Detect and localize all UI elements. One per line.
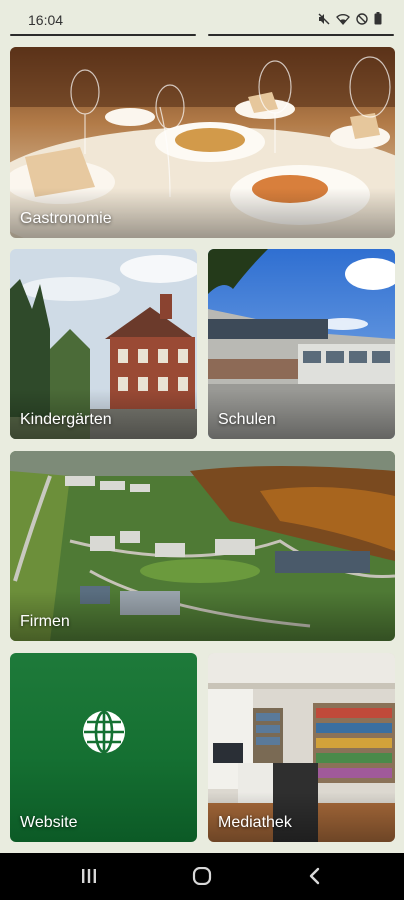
battery-icon [374,12,382,25]
tile-gastronomie[interactable]: Gastronomie [10,47,395,238]
back-icon[interactable] [306,867,324,890]
globe-icon [82,710,126,759]
home-icon[interactable] [192,866,212,890]
status-bar: 16:04 [0,0,404,36]
tile-label: Mediathek [218,814,292,831]
system-nav-bar [0,853,404,900]
recent-apps-icon[interactable] [80,867,98,890]
tile-label: Schulen [218,411,276,428]
tile-label: Kindergärten [20,411,112,428]
do-not-disturb-icon [356,12,368,25]
tile-label: Firmen [20,613,70,630]
tile-mediathek[interactable]: Mediathek [208,653,395,842]
mute-icon [318,13,330,25]
tile-label: Website [20,814,78,831]
status-icons [318,12,382,25]
tile-kindergaerten[interactable]: Kindergärten [10,249,197,439]
tile-website[interactable]: Website [10,653,197,842]
tile-schulen[interactable]: Schulen [208,249,395,439]
status-time: 16:04 [28,12,64,28]
tile-firmen[interactable]: Firmen [10,451,395,641]
wifi-icon [336,13,350,25]
header-divider [10,34,196,36]
tile-label: Gastronomie [20,210,112,227]
header-divider [208,34,394,36]
